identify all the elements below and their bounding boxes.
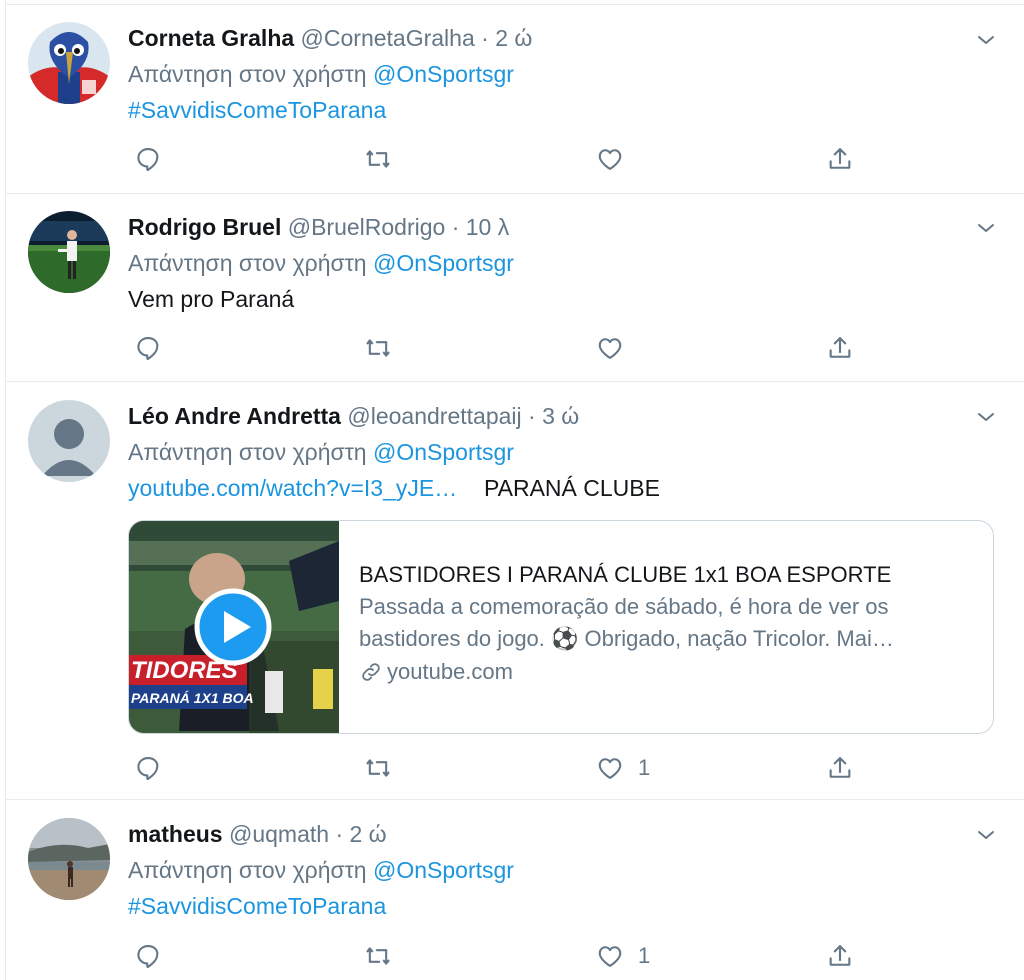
chevron-down-icon[interactable]: [974, 405, 998, 429]
tweet-text: Vem pro Paraná: [128, 283, 294, 315]
tweet-body: PARANÁ CLUBE: [483, 475, 660, 501]
link-icon: [359, 660, 383, 684]
tweet-actions: [128, 143, 868, 175]
reply-prefix: Απάντηση στον χρήστη: [128, 857, 367, 883]
retweet-button[interactable]: [364, 940, 392, 972]
reply-context: Απάντηση στον χρήστη @OnSportsgr: [128, 854, 514, 886]
reply-mention-link[interactable]: @OnSportsgr: [373, 61, 514, 87]
like-button[interactable]: [596, 332, 638, 364]
author-name[interactable]: Léo Andre Andretta: [128, 403, 341, 429]
tweet-actions: [128, 332, 868, 364]
video-thumbnail[interactable]: TIDORES PARANÁ 1X1 BOA: [129, 521, 339, 733]
author-handle[interactable]: @BruelRodrigo: [288, 214, 446, 240]
reply-icon: [134, 942, 162, 970]
share-icon: [826, 334, 854, 362]
reply-prefix: Απάντηση στον χρήστη: [128, 439, 367, 465]
tweet-body: Vem pro Paraná: [128, 286, 295, 312]
avatar[interactable]: [28, 400, 110, 482]
share-button[interactable]: [826, 752, 854, 784]
like-button[interactable]: 1: [596, 940, 650, 972]
retweet-icon: [364, 145, 392, 173]
tweet-time[interactable]: · 2 ώ: [481, 25, 532, 51]
reply-prefix: Απάντηση στον χρήστη: [128, 61, 367, 87]
share-icon: [826, 145, 854, 173]
reply-mention-link[interactable]: @OnSportsgr: [373, 439, 514, 465]
tweet-time[interactable]: · 10 λ: [452, 214, 510, 240]
like-button[interactable]: 1: [596, 752, 650, 784]
link-preview-card[interactable]: TIDORES PARANÁ 1X1 BOA BASTIDORES I PARA…: [128, 520, 994, 734]
reply-mention-link[interactable]: @OnSportsgr: [373, 857, 514, 883]
heart-icon: [596, 754, 624, 782]
like-count: 1: [638, 755, 651, 780]
reply-mention-link[interactable]: @OnSportsgr: [373, 250, 514, 276]
author-handle[interactable]: @leoandrettapaij: [347, 403, 521, 429]
chevron-down-icon[interactable]: [974, 28, 998, 52]
author-handle[interactable]: @CornetaGralha: [301, 25, 475, 51]
reply-button[interactable]: [134, 940, 162, 972]
hashtag-link[interactable]: #SavvidisComeToParana: [128, 893, 386, 919]
author-name[interactable]: Rodrigo Bruel: [128, 214, 281, 240]
card-domain: youtube.com: [359, 655, 979, 689]
tweet-header: Corneta Gralha @CornetaGralha · 2 ώ: [128, 22, 532, 54]
retweet-button[interactable]: [364, 143, 392, 175]
card-body: BASTIDORES I PARANÁ CLUBE 1x1 BOA ESPORT…: [359, 559, 979, 689]
reply-context: Απάντηση στον χρήστη @OnSportsgr: [128, 247, 514, 279]
tweet-header: matheus @uqmath · 2 ώ: [128, 818, 387, 850]
retweet-button[interactable]: [364, 752, 392, 784]
thumb-subtitle-text: PARANÁ 1X1 BOA: [131, 690, 254, 706]
card-domain-text: youtube.com: [387, 659, 513, 684]
retweet-icon: [364, 754, 392, 782]
tweet-actions: 1: [128, 940, 868, 972]
reply-button[interactable]: [134, 143, 162, 175]
tweet-time[interactable]: · 2 ώ: [335, 821, 386, 847]
author-handle[interactable]: @uqmath: [229, 821, 329, 847]
reply-button[interactable]: [134, 752, 162, 784]
youtube-link[interactable]: youtube.com/watch?v=I3_yJE…: [128, 475, 457, 501]
reply-context: Απάντηση στον χρήστη @OnSportsgr: [128, 436, 514, 468]
heart-icon: [596, 942, 624, 970]
author-name[interactable]: matheus: [128, 821, 223, 847]
author-name[interactable]: Corneta Gralha: [128, 25, 294, 51]
card-title: BASTIDORES I PARANÁ CLUBE 1x1 BOA ESPORT…: [359, 562, 892, 587]
chevron-down-icon[interactable]: [974, 216, 998, 240]
share-button[interactable]: [826, 940, 854, 972]
share-button[interactable]: [826, 332, 854, 364]
hashtag-link[interactable]: #SavvidisComeToParana: [128, 97, 386, 123]
heart-icon: [596, 334, 624, 362]
tweet-time[interactable]: · 3 ώ: [528, 403, 579, 429]
reply-context: Απάντηση στον χρήστη @OnSportsgr: [128, 58, 514, 90]
share-icon: [826, 942, 854, 970]
avatar[interactable]: [28, 818, 110, 900]
reply-icon: [134, 145, 162, 173]
tweet-header: Léo Andre Andretta @leoandrettapaij · 3 …: [128, 400, 579, 432]
tweet-actions: 1: [128, 752, 868, 784]
chevron-down-icon[interactable]: [974, 823, 998, 847]
heart-icon: [596, 145, 624, 173]
reply-button[interactable]: [134, 332, 162, 364]
reply-prefix: Απάντηση στον χρήστη: [128, 250, 367, 276]
tweet-text: youtube.com/watch?v=I3_yJE… PARANÁ CLUBE: [128, 472, 660, 504]
avatar[interactable]: [28, 211, 110, 293]
tweet-text: #SavvidisComeToParana: [128, 890, 386, 922]
retweet-button[interactable]: [364, 332, 392, 364]
card-description-line-2: bastidores do jogo. ⚽ Obrigado, nação Tr…: [359, 626, 894, 651]
reply-icon: [134, 334, 162, 362]
retweet-icon: [364, 942, 392, 970]
like-count: 1: [638, 943, 651, 968]
retweet-icon: [364, 334, 392, 362]
tweet-header: Rodrigo Bruel @BruelRodrigo · 10 λ: [128, 211, 509, 243]
avatar[interactable]: [28, 22, 110, 104]
share-button[interactable]: [826, 143, 854, 175]
card-description-line-1: Passada a comemoração de sábado, é hora …: [359, 594, 889, 619]
share-icon: [826, 754, 854, 782]
like-button[interactable]: [596, 143, 638, 175]
reply-icon: [134, 754, 162, 782]
tweet-text: #SavvidisComeToParana: [128, 94, 386, 126]
